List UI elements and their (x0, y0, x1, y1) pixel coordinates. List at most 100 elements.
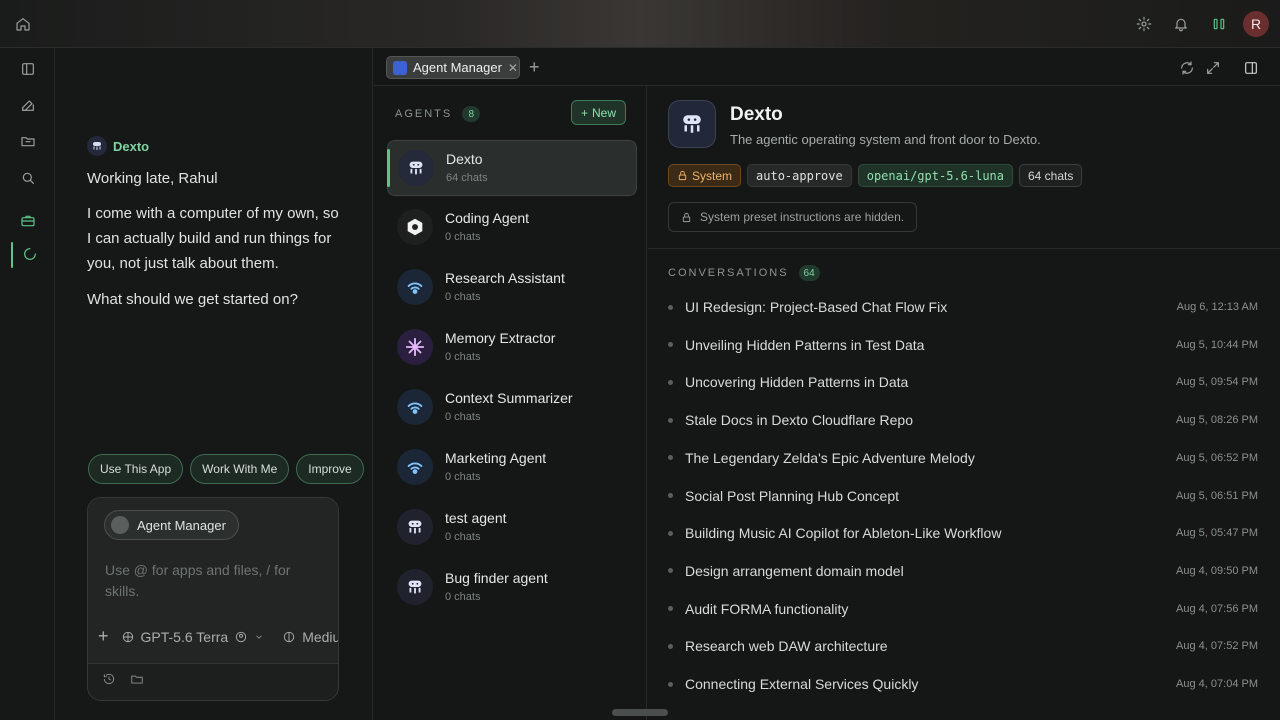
expand-icon[interactable] (1205, 60, 1221, 76)
bullet-dot (668, 493, 673, 498)
folder-icon[interactable] (19, 132, 37, 150)
agent-name: test agent (445, 510, 507, 526)
briefcase-icon[interactable] (19, 212, 37, 230)
avatar[interactable]: R (1243, 11, 1269, 37)
model-selector[interactable]: GPT-5.6 Terra (141, 629, 229, 645)
conversation-row[interactable]: Social Post Planning Hub Concept Aug 5, 0… (668, 483, 1258, 509)
home-icon[interactable] (14, 15, 32, 33)
conversation-time: Aug 4, 09:50 PM (1176, 564, 1258, 577)
conversation-title: Connecting External Services Quickly (685, 676, 919, 692)
system-badge: System (668, 164, 742, 187)
search-icon[interactable] (19, 169, 37, 187)
agent-item[interactable]: Bug finder agent 0 chats (387, 560, 637, 616)
new-agent-button[interactable]: + New (571, 100, 627, 125)
panel-toggle-icon[interactable] (1242, 59, 1260, 77)
horizontal-scrollbar[interactable] (612, 709, 668, 716)
folder-icon[interactable] (130, 672, 144, 686)
add-tab-icon[interactable]: + (529, 57, 540, 77)
chip-use-this-app[interactable]: Use This App (88, 454, 184, 484)
plus-icon: + (581, 105, 589, 120)
top-bar: R (0, 0, 1280, 48)
conversation-row[interactable]: Design arrangement domain model Aug 4, 09… (668, 558, 1258, 584)
agent-item[interactable]: Dexto 64 chats (387, 140, 637, 196)
bullet-dot (668, 643, 673, 649)
columns-icon[interactable] (1210, 15, 1228, 33)
conversation-row[interactable]: Unveiling Hidden Patterns in Test Data Au… (668, 332, 1258, 358)
sidebar-toggle-icon[interactable] (19, 60, 37, 78)
conversation-time: Aug 5, 06:51 PM (1176, 489, 1258, 502)
model-row: + GPT-5.6 Terra Medium (98, 626, 338, 647)
context-pill[interactable]: Agent Manager (104, 510, 239, 540)
chat-agent-label: Dexto (87, 136, 149, 156)
dexto-logo-icon (668, 100, 716, 148)
greeting-text: Working late, Rahul (87, 170, 218, 187)
add-icon[interactable]: + (98, 626, 109, 647)
bullet-dot (668, 568, 673, 574)
new-agent-label: New (592, 105, 617, 120)
effort-selector[interactable]: Medium (302, 629, 338, 645)
conversation-title: Uncovering Hidden Patterns in Data (685, 374, 909, 391)
chevron-down-icon[interactable] (254, 632, 264, 642)
agent-item[interactable]: Context Summarizer 0 chats (387, 380, 637, 436)
spark-icon (397, 329, 433, 365)
agents-panel: AGENTS 8 + New Dexto 64 chats Coding Agent… (374, 86, 647, 720)
conversation-row[interactable]: Stale Docs in Dexto Cloudflare Repo Aug 5… (668, 407, 1258, 433)
conversation-row[interactable]: Audit FORMA functionality Aug 4, 07:56 PM (668, 596, 1258, 622)
divider (648, 248, 1280, 249)
tab-agent-manager[interactable]: Agent Manager ✕ (386, 56, 520, 79)
chip-improve[interactable]: Improve (296, 454, 364, 484)
agent-name: Context Summarizer (445, 390, 573, 406)
lock-icon (682, 212, 691, 222)
agent-item[interactable]: test agent 0 chats (387, 500, 637, 556)
conversations-heading: CONVERSATIONS (668, 267, 789, 279)
conversation-time: Aug 5, 06:52 PM (1176, 451, 1258, 464)
gear-icon[interactable] (1135, 15, 1153, 33)
conversation-row[interactable]: Building Music AI Copilot for Ableton-Li… (668, 520, 1258, 546)
conversation-row[interactable]: Uncovering Hidden Patterns in Data Aug 5,… (668, 369, 1258, 395)
conversation-time: Aug 5, 08:26 PM (1176, 414, 1258, 427)
chip-work-with-me[interactable]: Work With Me (190, 454, 290, 484)
conversation-row[interactable]: The Legendary Zelda's Epic Adventure Mel… (668, 445, 1258, 471)
agents-count-badge: 8 (462, 106, 481, 122)
conversation-row[interactable]: Connecting External Services Quickly Aug … (668, 671, 1258, 697)
conversations-count-badge: 64 (798, 265, 820, 281)
approve-badge: auto-approve (747, 164, 852, 187)
agent-tags: System auto-approve openai/gpt-5.6-luna … (668, 164, 1083, 187)
bullet-dot (668, 417, 673, 423)
conversation-time: Aug 6, 12:13 AM (1176, 301, 1258, 313)
compose-icon[interactable] (19, 96, 37, 114)
history-icon[interactable] (102, 672, 116, 686)
agent-item[interactable]: Coding Agent 0 chats (387, 200, 637, 256)
signal-icon (397, 449, 433, 485)
composer-placeholder[interactable]: Use @ for apps and files, / for skills. (105, 560, 315, 602)
intro-message: I come with a computer of my own, so I c… (87, 205, 339, 272)
conversation-title: Social Post Planning Hub Concept (685, 487, 900, 504)
prompt-question: What should we get started on? (87, 291, 298, 308)
lock-icon (678, 170, 687, 181)
spinner-icon (22, 246, 38, 262)
signal-icon (397, 389, 433, 425)
agents-header: AGENTS 8 (395, 106, 481, 122)
agent-name: Memory Extractor (445, 330, 556, 346)
chat-agent-name: Dexto (113, 138, 150, 154)
agent-chat-count: 0 chats (445, 531, 481, 543)
conversation-row[interactable]: UI Redesign: Project-Based Chat Flow Fix… (668, 294, 1258, 320)
conversation-title: Research web DAW architecture (685, 638, 888, 655)
bullet-dot (668, 342, 673, 348)
note-text: System preset instructions are hidden. (700, 210, 905, 224)
conversation-time: Aug 5, 10:44 PM (1176, 338, 1258, 351)
conversation-title: Building Music AI Copilot for Ableton-Li… (685, 525, 1002, 542)
refresh-icon[interactable] (1179, 60, 1195, 76)
agent-item[interactable]: Research Assistant 0 chats (387, 260, 637, 316)
agent-item[interactable]: Marketing Agent 0 chats (387, 440, 637, 496)
conversation-title: Stale Docs in Dexto Cloudflare Repo (685, 412, 914, 429)
dexto-logo-icon (398, 150, 434, 186)
conversation-title: The Legendary Zelda's Epic Adventure Mel… (685, 449, 975, 466)
bell-icon[interactable] (1172, 15, 1190, 33)
agent-item[interactable]: Memory Extractor 0 chats (387, 320, 637, 376)
close-icon[interactable]: ✕ (508, 61, 518, 75)
conversation-row[interactable]: Research web DAW architecture Aug 4, 07:5… (668, 633, 1258, 659)
bullet-dot (668, 606, 673, 612)
chat-pane: Dexto Working late, Rahul I come with a … (55, 48, 373, 720)
composer-input-area[interactable]: Agent Manager Use @ for apps and files, … (88, 498, 338, 664)
